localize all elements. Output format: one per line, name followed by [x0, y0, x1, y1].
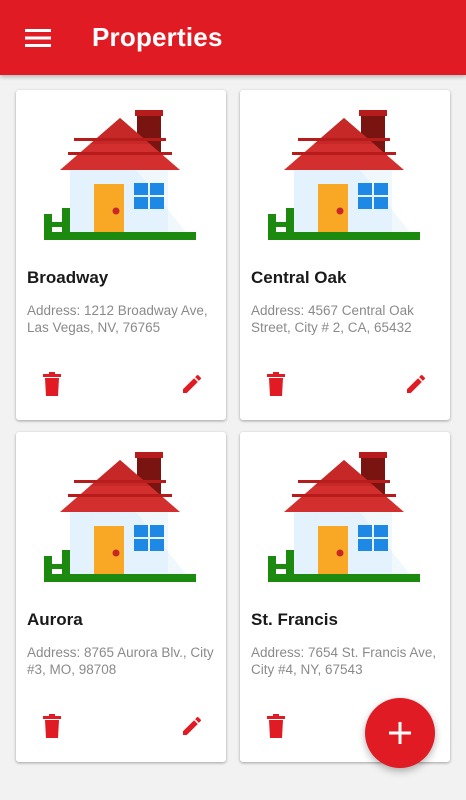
- property-address: Address: 8765 Aurora Blv., City #3, MO, …: [27, 645, 214, 677]
- delete-button[interactable]: [258, 708, 294, 744]
- menu-button[interactable]: [8, 8, 68, 68]
- house-icon: [44, 110, 196, 240]
- property-address: Address: 7654 St. Francis Ave, City #4, …: [251, 645, 437, 677]
- trash-icon: [267, 714, 285, 738]
- property-name: St. Francis: [251, 610, 338, 629]
- house-icon: [268, 452, 420, 582]
- property-card[interactable]: Broadway Address: 1212 Broadway Ave, Las…: [16, 90, 226, 420]
- house-icon: [268, 110, 420, 240]
- trash-icon: [43, 372, 61, 396]
- plus-icon: [389, 722, 411, 744]
- page-title: Properties: [92, 22, 223, 52]
- trash-icon: [43, 714, 61, 738]
- property-address: Address: 1212 Broadway Ave, Las Vegas, N…: [27, 303, 208, 335]
- delete-button[interactable]: [34, 708, 70, 744]
- hamburger-menu-icon: [25, 28, 51, 47]
- trash-icon: [267, 372, 285, 396]
- edit-button[interactable]: [398, 366, 434, 402]
- delete-button[interactable]: [34, 366, 70, 402]
- property-grid: Broadway Address: 1212 Broadway Ave, Las…: [16, 90, 450, 762]
- property-name: Broadway: [27, 268, 109, 287]
- edit-button[interactable]: [174, 708, 210, 744]
- edit-button[interactable]: [174, 366, 210, 402]
- add-property-button[interactable]: [365, 698, 435, 768]
- property-name: Aurora: [27, 610, 83, 629]
- pencil-icon: [183, 374, 202, 393]
- pencil-icon: [183, 716, 202, 735]
- delete-button[interactable]: [258, 366, 294, 402]
- property-card[interactable]: Central Oak Address: 4567 Central Oak St…: [240, 90, 450, 420]
- property-name: Central Oak: [251, 268, 347, 287]
- app-bar: Properties: [0, 0, 466, 75]
- property-address: Address: 4567 Central Oak Street, City #…: [251, 303, 414, 335]
- property-card[interactable]: Aurora Address: 8765 Aurora Blv., City #…: [16, 432, 226, 762]
- house-icon: [44, 452, 196, 582]
- pencil-icon: [407, 374, 426, 393]
